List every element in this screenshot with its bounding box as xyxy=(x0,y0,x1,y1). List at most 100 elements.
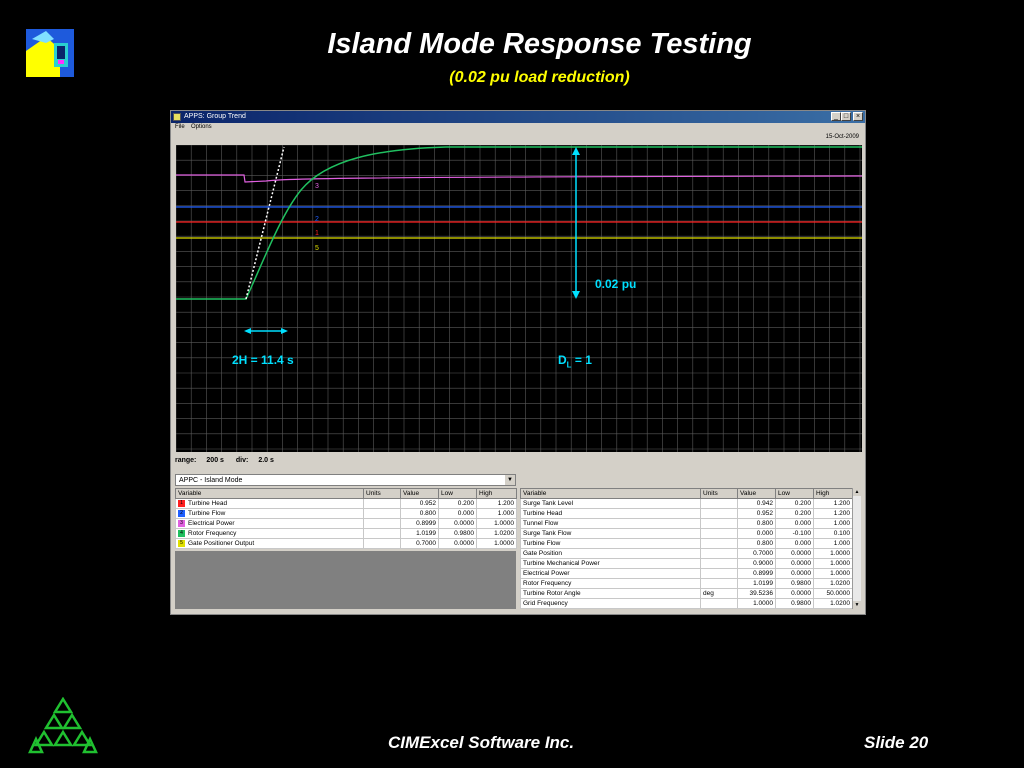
damping-label-main: D xyxy=(558,353,567,367)
value-cell: 0.7000 xyxy=(400,538,439,549)
trace-color-swatch[interactable]: 4 xyxy=(178,529,185,537)
value-cell: 0.800 xyxy=(737,518,776,529)
delta-arrow-head-bottom xyxy=(572,291,580,299)
value-cell: 1.0199 xyxy=(737,578,776,589)
trend-plot[interactable]: 3 2 1 5 0.02 pu 2H = 11.4 s DL = 1 xyxy=(176,145,862,452)
trend-plot-svg xyxy=(176,145,862,452)
low-cell: 0.0000 xyxy=(438,538,477,549)
units-cell xyxy=(700,598,738,609)
div-value[interactable]: 2.0 s xyxy=(258,457,274,464)
table-row[interactable]: Turbine Head 0.952 0.200 1.200 xyxy=(520,508,853,519)
variable-cell: 5 Gate Positioner Output xyxy=(175,538,364,549)
trace-color-swatch[interactable]: 1 xyxy=(178,499,185,507)
low-cell: 0.9800 xyxy=(438,528,477,539)
table-row[interactable]: Turbine Mechanical Power 0.9000 0.0000 1.00… xyxy=(520,558,853,569)
low-cell: 0.000 xyxy=(438,508,477,519)
window-titlebar[interactable]: APPS: Group Trend _ □ × xyxy=(171,111,865,123)
scroll-up-icon[interactable]: ▲ xyxy=(853,488,861,496)
trend-variable-table: Variable Units Value Low High 1 Turbine Head 0… xyxy=(175,488,517,549)
high-cell: 0.100 xyxy=(813,528,853,539)
column-header[interactable]: Value xyxy=(400,488,439,499)
variable-cell: Turbine Head xyxy=(520,508,701,519)
high-cell: 1.000 xyxy=(476,508,517,519)
trace-color-swatch[interactable]: 3 xyxy=(178,519,185,527)
table-row[interactable]: Rotor Frequency 1.0199 0.9800 1.0200 xyxy=(520,578,853,589)
table-row[interactable]: 5 Gate Positioner Output 0.7000 0.0000 1.000… xyxy=(175,538,517,549)
low-cell: 0.0000 xyxy=(775,588,814,599)
units-cell xyxy=(700,568,738,579)
value-cell: 0.000 xyxy=(737,528,776,539)
table-row[interactable]: 3 Electrical Power 0.8999 0.0000 1.0000 xyxy=(175,518,517,529)
company-logo-bottom xyxy=(28,696,98,755)
close-button[interactable]: × xyxy=(853,112,863,121)
value-cell: 0.7000 xyxy=(737,548,776,559)
menu-bar: File Options xyxy=(171,123,865,133)
high-cell: 1.200 xyxy=(813,498,853,509)
table-row[interactable]: 4 Rotor Frequency 1.0199 0.9800 1.0200 xyxy=(175,528,517,539)
group-select-value: APPC - Island Mode xyxy=(179,477,243,484)
low-cell: 0.0000 xyxy=(775,558,814,569)
electrical-power-trace xyxy=(176,174,862,183)
minimize-button[interactable]: _ xyxy=(831,112,841,121)
column-header[interactable]: Variable xyxy=(175,488,364,499)
table-row[interactable]: Turbine Flow 0.800 0.000 1.000 xyxy=(520,538,853,549)
variable-name: Turbine Head xyxy=(188,500,228,508)
chevron-down-icon[interactable]: ▼ xyxy=(505,475,515,485)
column-header[interactable]: Low xyxy=(775,488,814,499)
table-row[interactable]: 1 Turbine Head 0.952 0.200 1.200 xyxy=(175,498,517,509)
high-cell: 1.0000 xyxy=(476,538,517,549)
table-row[interactable]: Grid Frequency 1.0000 0.9800 1.0200 xyxy=(520,598,853,609)
variable-cell: Electrical Power xyxy=(520,568,701,579)
table-row[interactable]: Electrical Power 0.8999 0.0000 1.0000 xyxy=(520,568,853,579)
units-cell xyxy=(363,498,401,509)
table-row[interactable]: Turbine Rotor Angle deg 39.5236 0.0000 50.00… xyxy=(520,588,853,599)
table-row[interactable]: Gate Position 0.7000 0.0000 1.0000 xyxy=(520,548,853,559)
low-cell: 0.200 xyxy=(775,498,814,509)
column-header[interactable]: Units xyxy=(700,488,738,499)
variable-cell: Turbine Rotor Angle xyxy=(520,588,701,599)
table-row[interactable]: Surge Tank Level 0.942 0.200 1.200 xyxy=(520,498,853,509)
high-cell: 1.200 xyxy=(476,498,517,509)
variable-cell: 4 Rotor Frequency xyxy=(175,528,364,539)
table-row[interactable]: Tunnel Flow 0.800 0.000 1.000 xyxy=(520,518,853,529)
column-header[interactable]: Units xyxy=(363,488,401,499)
window-title: APPS: Group Trend xyxy=(184,113,246,120)
variable-list-scrollbar[interactable]: ▲ ▼ xyxy=(852,488,861,609)
column-header[interactable]: High xyxy=(476,488,517,499)
column-header[interactable]: Low xyxy=(438,488,477,499)
group-select[interactable]: APPC - Island Mode ▼ xyxy=(175,474,516,486)
variable-cell: Surge Tank Flow xyxy=(520,528,701,539)
trace-color-swatch[interactable]: 5 xyxy=(178,539,185,547)
table-row[interactable]: 2 Turbine Flow 0.800 0.000 1.000 xyxy=(175,508,517,519)
div-label: div: xyxy=(235,457,249,464)
value-cell: 0.8999 xyxy=(737,568,776,579)
value-cell: 39.5236 xyxy=(737,588,776,599)
column-header[interactable]: High xyxy=(813,488,853,499)
variable-cell: 3 Electrical Power xyxy=(175,518,364,529)
variable-name: Turbine Rotor Angle xyxy=(523,590,581,597)
low-cell: 0.200 xyxy=(438,498,477,509)
value-cell: 0.9000 xyxy=(737,558,776,569)
value-cell: 1.0000 xyxy=(737,598,776,609)
scroll-down-icon[interactable]: ▼ xyxy=(853,601,861,609)
column-header[interactable]: Value xyxy=(737,488,776,499)
trace-color-swatch[interactable]: 2 xyxy=(178,509,185,517)
units-cell: deg xyxy=(700,588,738,599)
range-value[interactable]: 200 s xyxy=(206,457,224,464)
variable-cell: Rotor Frequency xyxy=(520,578,701,589)
menu-options[interactable]: Options xyxy=(191,124,212,130)
menu-file[interactable]: File xyxy=(175,124,185,130)
table-row[interactable]: Surge Tank Flow 0.000 -0.100 0.100 xyxy=(520,528,853,539)
low-cell: 0.9800 xyxy=(775,578,814,589)
value-cell: 1.0199 xyxy=(400,528,439,539)
value-cell: 0.942 xyxy=(737,498,776,509)
variable-name: Grid Frequency xyxy=(523,600,568,607)
variable-name: Gate Positioner Output xyxy=(188,540,255,548)
variable-name: Electrical Power xyxy=(188,520,235,528)
variable-name: Gate Position xyxy=(523,550,563,557)
low-cell: 0.000 xyxy=(775,518,814,529)
maximize-button[interactable]: □ xyxy=(841,112,851,121)
units-cell xyxy=(700,578,738,589)
column-header[interactable]: Variable xyxy=(520,488,701,499)
variable-name: Surge Tank Flow xyxy=(523,530,572,537)
